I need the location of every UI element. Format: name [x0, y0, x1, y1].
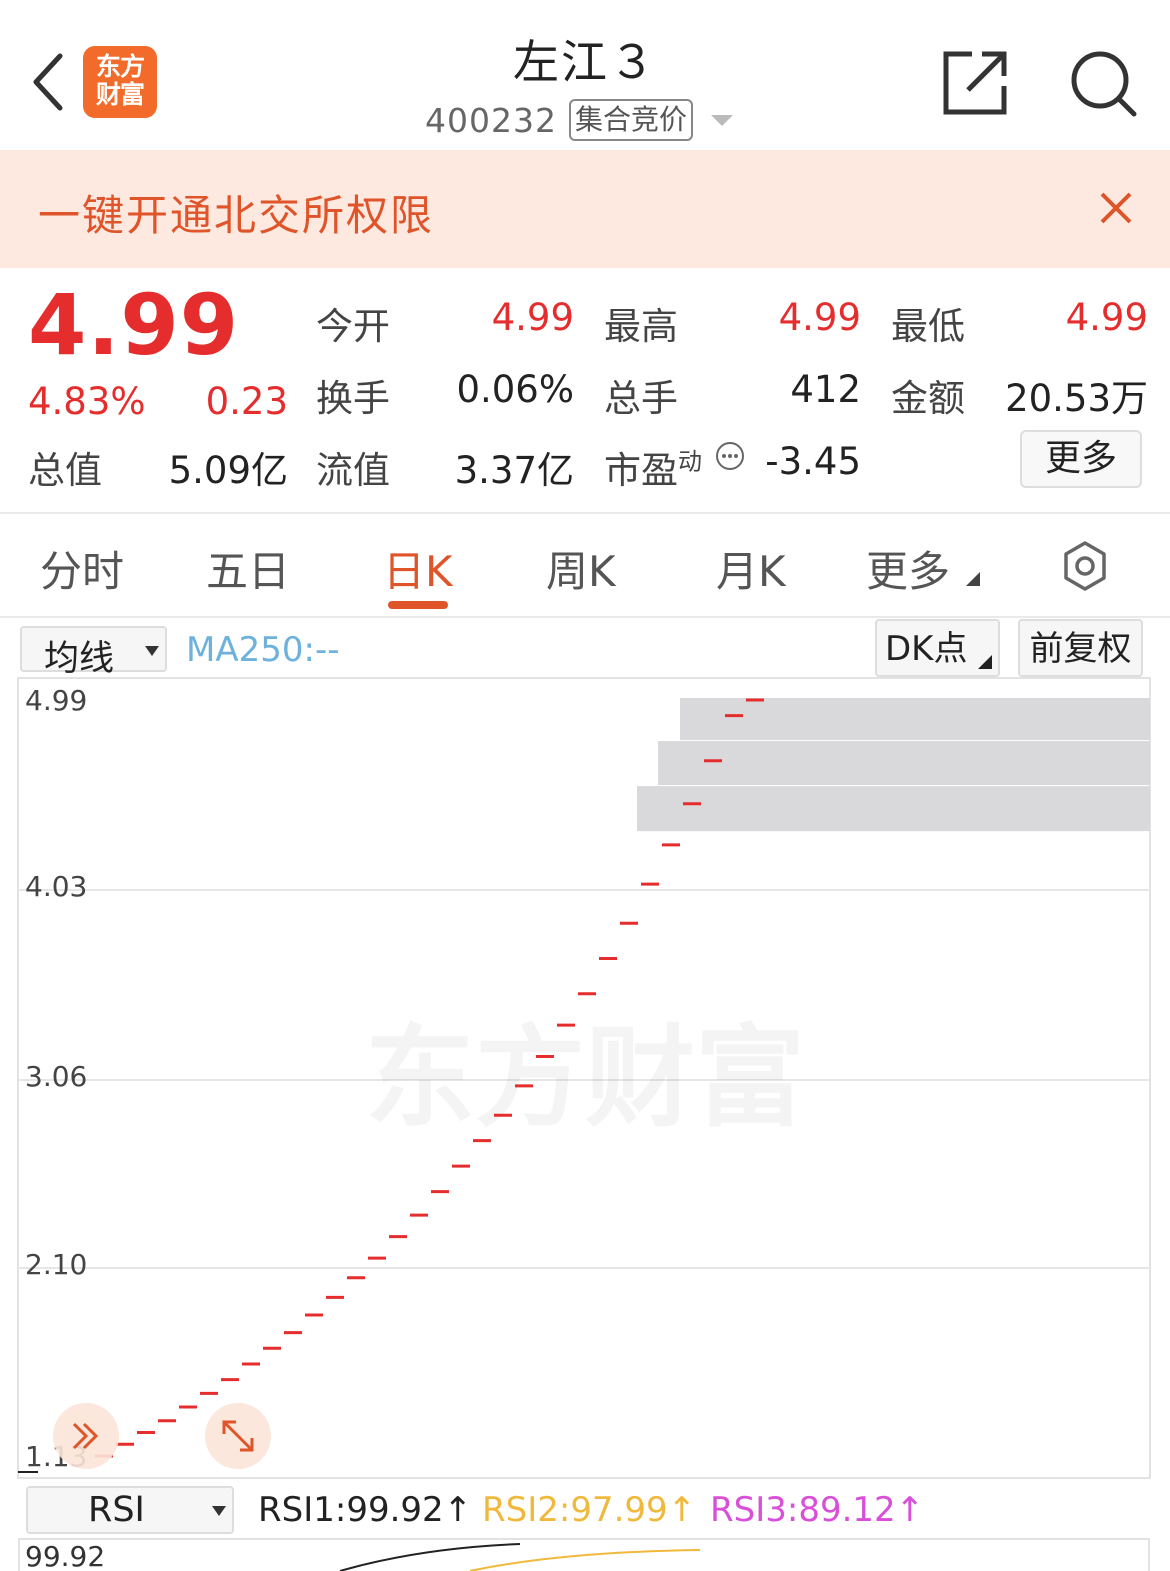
rsi-lines	[339, 1543, 701, 1571]
kline-chart[interactable]: 4.994.033.062.101.13东方财富	[0, 676, 1170, 1480]
volume-label: 总手	[604, 377, 678, 420]
stock-code-row[interactable]: 400232 集合竞价	[425, 98, 733, 142]
tab-more[interactable]: 更多	[866, 538, 950, 599]
share-icon[interactable]	[942, 48, 1010, 116]
volume-value: 412	[790, 368, 861, 411]
pe-value: -3.45	[765, 440, 861, 483]
dropdown-arrow-icon	[212, 1506, 226, 1516]
more-quote-button[interactable]: 更多	[1020, 430, 1142, 488]
amount-value: 20.53万	[1005, 377, 1148, 420]
dropdown-corner-icon	[978, 655, 992, 669]
float-cap-value: 3.37亿	[454, 449, 574, 492]
close-icon[interactable]	[1098, 190, 1134, 226]
tab-monthly-k[interactable]: 月K	[716, 538, 786, 599]
gear-icon[interactable]	[1060, 541, 1110, 591]
market-cap-label: 总值	[28, 449, 102, 492]
chevron-down-icon[interactable]	[711, 114, 733, 126]
pe-dynamic-mark: 动	[678, 447, 702, 476]
volume-profile-bar	[658, 741, 1150, 786]
volume-profile-bar	[680, 698, 1150, 741]
rsi-select-label: RSI	[88, 1490, 145, 1530]
y-tick-label: 4.03	[25, 870, 87, 903]
rsi3-text: RSI3:89.12	[710, 1490, 896, 1530]
promo-banner[interactable]: 一键开通北交所权限	[0, 150, 1170, 268]
rsi-select[interactable]: RSI	[26, 1486, 234, 1534]
status-badge: 集合竞价	[568, 99, 693, 141]
amount-label: 金额	[891, 377, 965, 420]
pe-label-text: 市盈	[604, 449, 678, 492]
tab-daily-k[interactable]: 日K	[383, 538, 453, 599]
promo-banner-text[interactable]: 一键开通北交所权限	[38, 182, 434, 243]
tab-five-day[interactable]: 五日	[206, 538, 290, 599]
low-label: 最低	[891, 305, 965, 348]
float-cap-label: 流值	[316, 449, 390, 492]
stock-code: 400232	[425, 100, 557, 140]
y-tick-label: 3.06	[25, 1060, 87, 1093]
turnover-value: 0.06%	[456, 368, 574, 411]
top-bar: 东方 财富 左江３ 400232 集合竞价	[0, 0, 1170, 150]
expand-icon[interactable]	[204, 1402, 272, 1470]
low-value: 4.99	[1065, 296, 1148, 339]
tab-more-label: 更多	[866, 547, 951, 596]
watermark-logo: 东方财富	[365, 1014, 805, 1142]
tab-weekly-k[interactable]: 周K	[546, 538, 616, 599]
high-label: 最高	[604, 305, 678, 348]
price-adjust-button[interactable]: 前复权	[1018, 619, 1143, 677]
rsi2-text: RSI2:97.99	[482, 1490, 668, 1530]
change-percent: 4.83%	[28, 380, 146, 423]
rsi2-line	[469, 1549, 701, 1571]
ma-value-text: MA250:--	[186, 630, 340, 670]
dk-point-button[interactable]: DK点	[875, 619, 1000, 677]
active-tab-indicator	[388, 601, 448, 609]
up-arrow-icon: ↑	[443, 1490, 473, 1530]
pe-label: 市盈动	[604, 440, 702, 494]
turnover-label: 换手	[316, 377, 390, 420]
rsi1-value: RSI1:99.92↑	[258, 1490, 472, 1530]
dropdown-arrow-icon	[145, 646, 159, 656]
dropdown-corner-icon	[966, 572, 980, 586]
tab-intraday[interactable]: 分时	[40, 538, 124, 599]
divider	[0, 512, 1170, 514]
change-amount: 0.23	[205, 380, 288, 423]
divider	[0, 616, 1170, 618]
open-label: 今开	[316, 305, 390, 348]
search-icon[interactable]	[1068, 48, 1138, 118]
dk-point-label: DK点	[885, 629, 968, 669]
double-chevron-left-icon[interactable]	[52, 1402, 120, 1470]
indicator-select[interactable]: 均线	[20, 626, 167, 679]
current-price: 4.99	[28, 276, 240, 374]
rsi1-text: RSI1:99.92	[258, 1490, 444, 1530]
more-dots-icon[interactable]	[714, 440, 746, 472]
indicator-select-label: 均线	[44, 639, 115, 679]
market-cap-value: 5.09亿	[168, 449, 288, 492]
open-value: 4.99	[491, 296, 574, 339]
high-value: 4.99	[778, 296, 861, 339]
y-tick-label: 4.99	[25, 684, 87, 717]
rsi2-value: RSI2:97.99↑	[482, 1490, 696, 1530]
rsi3-value: RSI3:89.12↑	[710, 1490, 924, 1530]
up-arrow-icon: ↑	[895, 1490, 925, 1530]
up-arrow-icon: ↑	[667, 1490, 697, 1530]
volume-profile-bar	[637, 786, 1150, 832]
y-tick-label: 2.10	[25, 1248, 87, 1281]
